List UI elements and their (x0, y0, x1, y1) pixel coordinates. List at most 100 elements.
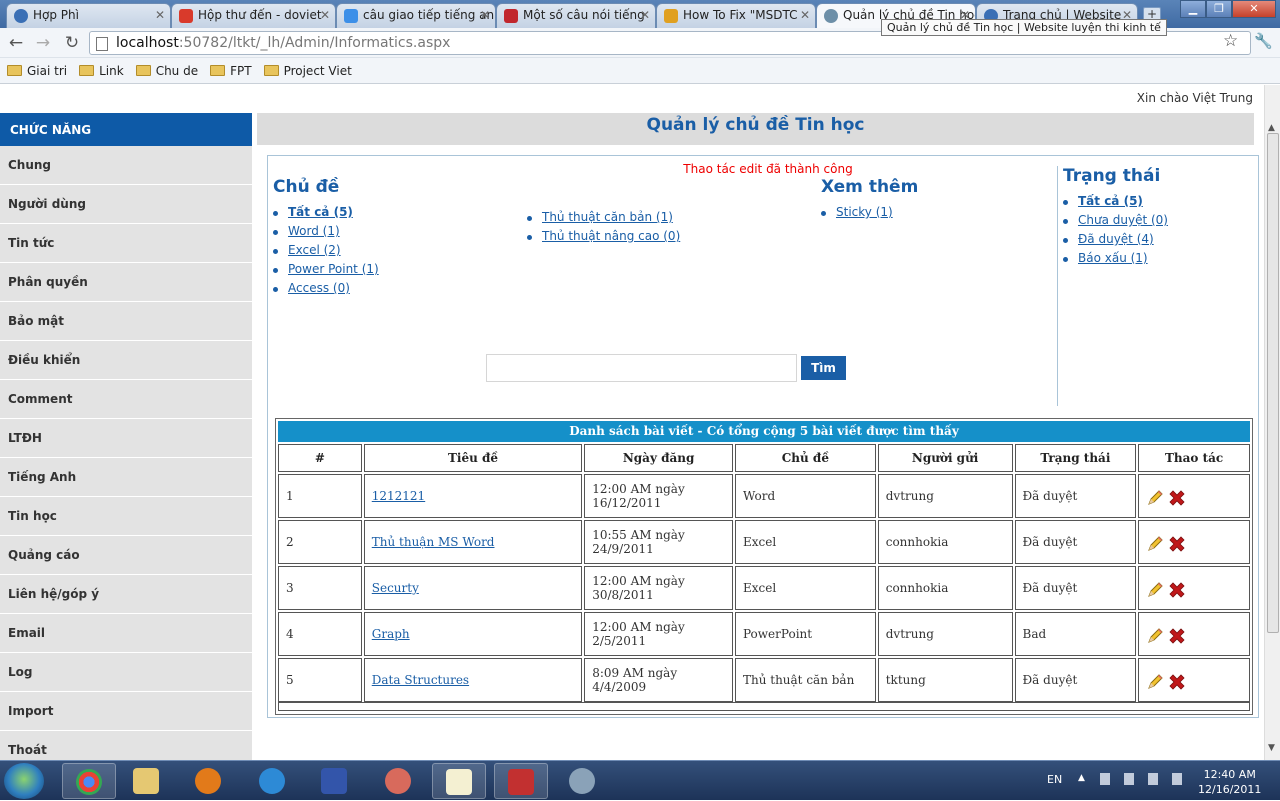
topic-link-all[interactable]: Tất cả (5) (288, 205, 353, 219)
close-tab-icon[interactable]: ✕ (320, 8, 330, 22)
taskbar-notepad[interactable] (432, 763, 486, 799)
sidebar-item[interactable]: LTĐH (0, 419, 252, 458)
sidebar-item[interactable]: Import (0, 692, 252, 731)
vertical-scrollbar[interactable]: ▲ ▼ (1264, 85, 1280, 760)
bookmark-folder[interactable]: FPT (210, 64, 252, 78)
sidebar-item[interactable]: Quảng cáo (0, 536, 252, 575)
sidebar-item[interactable]: Tin tức (0, 224, 252, 263)
bookmark-folder[interactable]: Project Viet (263, 64, 352, 78)
sidebar-item[interactable]: Tin học (0, 497, 252, 536)
sidebar-item[interactable]: Liên hệ/góp ý (0, 575, 252, 614)
sidebar-item[interactable]: Comment (0, 380, 252, 419)
article-title-link[interactable]: Data Structures (372, 673, 469, 687)
minimize-button[interactable]: ▁ (1180, 0, 1206, 18)
wrench-icon[interactable]: 🔧 (1254, 32, 1273, 50)
tab-1[interactable]: Hộp thư đến - doviet ✕ (171, 3, 336, 28)
search-input[interactable] (486, 354, 797, 382)
tab-2[interactable]: câu giao tiếp tiếng anh ✕ (336, 3, 496, 28)
table-row: 5 Data Structures 8:09 AM ngày 4/4/2009 Thủ… (278, 658, 1250, 702)
edit-pencil-icon[interactable] (1146, 489, 1164, 507)
sidebar-item[interactable]: Thoát (0, 731, 252, 760)
taskbar-turtle[interactable] (556, 763, 610, 799)
table-row: 4 Graph 12:00 AM ngày 2/5/2011 PowerPoint dv… (278, 612, 1250, 656)
scroll-down-icon[interactable]: ▼ (1268, 743, 1275, 753)
article-title-link[interactable]: Graph (372, 627, 410, 641)
close-tab-icon[interactable]: ✕ (640, 8, 650, 22)
tab-tooltip: Quản lý chủ đề Tin học | Website luyện t… (881, 19, 1167, 36)
edit-pencil-icon[interactable] (1146, 581, 1164, 599)
sidebar-item[interactable]: Bảo mật (0, 302, 252, 341)
status-link-all[interactable]: Tất cả (5) (1078, 194, 1143, 208)
article-title-link[interactable]: Securty (372, 581, 419, 595)
tab-title: Hộp thư đến - doviet (198, 8, 322, 22)
taskbar-floppy[interactable] (308, 763, 362, 799)
delete-x-icon[interactable] (1167, 626, 1187, 646)
topic-link-basic-tips[interactable]: Thủ thuật căn bản (1) (542, 210, 673, 224)
edit-pencil-icon[interactable] (1146, 535, 1164, 553)
taskbar-paint[interactable] (372, 763, 426, 799)
taskbar-explorer[interactable] (120, 763, 174, 799)
tab-3[interactable]: Một số câu nói tiếng ✕ (496, 3, 656, 28)
sidebar-item[interactable]: Tiếng Anh (0, 458, 252, 497)
sidebar-item[interactable]: Điều khiển (0, 341, 252, 380)
row-number: 2 (278, 520, 362, 564)
delete-x-icon[interactable] (1167, 580, 1187, 600)
delete-x-icon[interactable] (1167, 488, 1187, 508)
delete-x-icon[interactable] (1167, 672, 1187, 692)
more-link-sticky[interactable]: Sticky (1) (836, 205, 893, 219)
topic-link-excel[interactable]: Excel (2) (288, 243, 341, 257)
sidebar-item[interactable]: Chung (0, 146, 252, 185)
bookmark-folder[interactable]: Chu de (135, 64, 198, 78)
taskbar-chrome[interactable] (62, 763, 116, 799)
bookmark-folder[interactable]: Giai tri (7, 64, 67, 78)
sidebar-item[interactable]: Người dùng (0, 185, 252, 224)
globe-icon (824, 9, 838, 23)
flag-icon[interactable] (1100, 773, 1110, 785)
delete-x-icon[interactable] (1167, 534, 1187, 554)
article-title-link[interactable]: 1212121 (372, 489, 425, 503)
bookmark-folder[interactable]: Link (79, 64, 124, 78)
start-button[interactable] (4, 763, 44, 799)
reload-icon[interactable]: ↻ (61, 32, 83, 54)
power-icon[interactable] (1148, 773, 1158, 785)
scroll-up-icon[interactable]: ▲ (1268, 123, 1275, 133)
status-item: Tất cả (5) (1063, 194, 1257, 208)
taskbar-media-player[interactable] (182, 763, 236, 799)
taskbar-toolbox[interactable] (494, 763, 548, 799)
row-status: Đã duyệt (1014, 520, 1137, 564)
taskbar-internet-explorer[interactable] (246, 763, 300, 799)
bookmark-star-icon[interactable]: ☆ (1223, 31, 1238, 51)
edit-pencil-icon[interactable] (1146, 673, 1164, 691)
network-icon[interactable] (1124, 773, 1134, 785)
topic-link-word[interactable]: Word (1) (288, 224, 340, 238)
status-link-reported[interactable]: Báo xấu (1) (1078, 251, 1148, 265)
sidebar-item[interactable]: Log (0, 653, 252, 692)
search-button[interactable]: Tìm (801, 356, 846, 380)
close-window-button[interactable]: ✕ (1232, 0, 1276, 18)
close-tab-icon[interactable]: ✕ (155, 8, 165, 22)
forward-arrow-icon[interactable]: → (32, 32, 54, 54)
back-arrow-icon[interactable]: ← (5, 32, 27, 54)
sidebar-item[interactable]: Email (0, 614, 252, 653)
tab-4[interactable]: How To Fix "MSDTC ✕ (656, 3, 816, 28)
maximize-button[interactable]: ❐ (1206, 0, 1232, 18)
topic-link-advanced-tips[interactable]: Thủ thuật nâng cao (0) (542, 229, 680, 243)
row-date: 8:09 AM ngày 4/4/2009 (584, 658, 733, 702)
sidebar-item[interactable]: Phân quyền (0, 263, 252, 302)
close-tab-icon[interactable]: ✕ (800, 8, 810, 22)
clock[interactable]: 12:40 AM 12/16/2011 (1198, 767, 1261, 797)
show-hidden-icons-icon[interactable]: ▲ (1078, 773, 1085, 783)
tab-title: Một số câu nói tiếng (523, 8, 645, 22)
article-title-link[interactable]: Thủ thuận MS Word (372, 535, 495, 549)
volume-icon[interactable] (1172, 773, 1182, 785)
tab-0[interactable]: Hợp Phì ✕ (6, 3, 171, 28)
status-link-approved[interactable]: Đã duyệt (4) (1078, 232, 1154, 246)
topic-link-powerpoint[interactable]: Power Point (1) (288, 262, 379, 276)
language-indicator[interactable]: EN (1047, 773, 1062, 786)
edit-pencil-icon[interactable] (1146, 627, 1164, 645)
topic-link-access[interactable]: Access (0) (288, 281, 350, 295)
scroll-thumb[interactable] (1267, 133, 1279, 633)
status-link-pending[interactable]: Chưa duyệt (0) (1078, 213, 1168, 227)
articles-table: # Tiêu đề Ngày đăng Chủ đề Người gửi Trạ… (276, 442, 1252, 704)
close-tab-icon[interactable]: ✕ (480, 8, 490, 22)
